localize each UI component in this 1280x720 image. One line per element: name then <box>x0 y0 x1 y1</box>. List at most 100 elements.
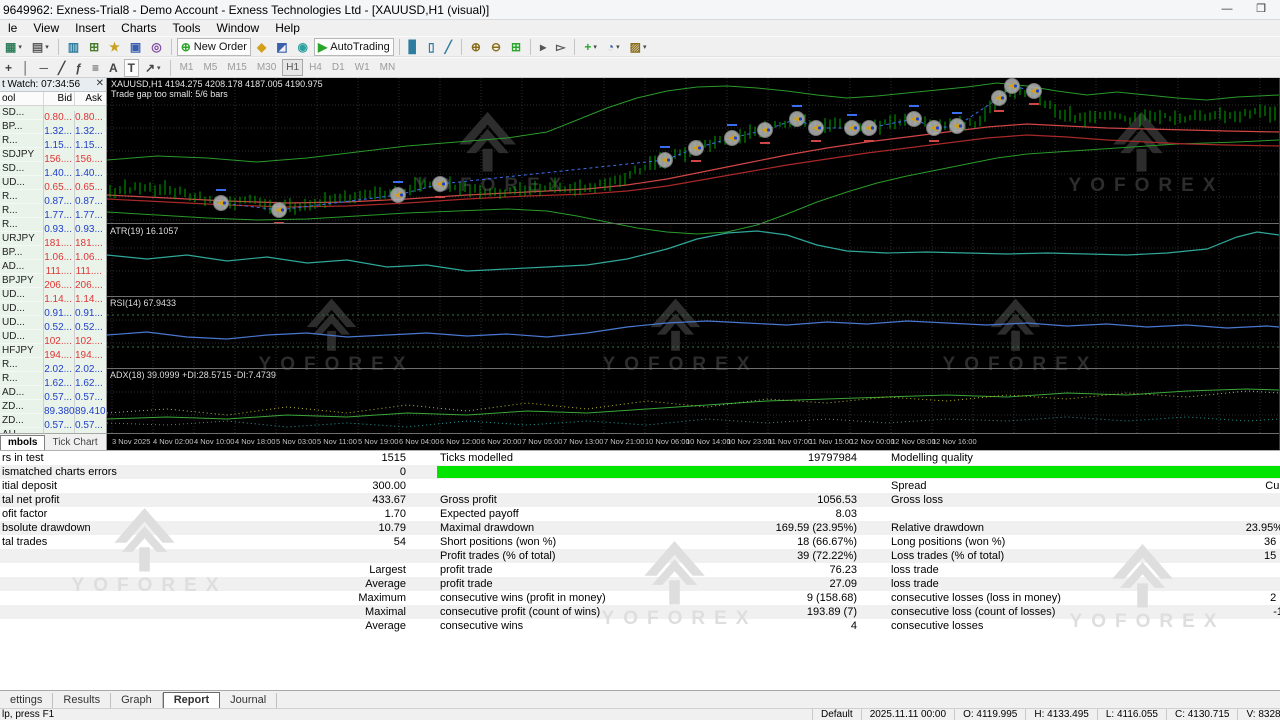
timeframe-mn[interactable]: MN <box>376 59 400 76</box>
timeframe-m5[interactable]: M5 <box>199 59 221 76</box>
market-watch-row[interactable]: R... 1.77... 1.77... <box>0 204 106 223</box>
experts-button[interactable]: ◩ <box>272 38 291 56</box>
toolbar-icon: ◉ <box>297 39 309 54</box>
data-window-button[interactable]: ⊞ <box>85 38 103 56</box>
market-watch-row[interactable]: UD... 0.52... 0.52... <box>0 316 106 335</box>
market-watch-row[interactable]: SD... 0.80... 0.80... <box>0 106 106 125</box>
menu-tools[interactable]: Tools <box>165 20 209 35</box>
toolbar-icon: ↗ <box>144 60 156 75</box>
menu-help[interactable]: Help <box>267 20 308 35</box>
symbol-cell: AD... <box>0 386 44 400</box>
market-watch-row[interactable]: BP... 1.32... 1.32... <box>0 120 106 139</box>
vertical-line-button[interactable]: │ <box>18 59 34 77</box>
tab-journal[interactable]: Journal <box>220 693 278 708</box>
refresh-button[interactable]: ◉ <box>294 38 312 56</box>
timeframe-m1[interactable]: M1 <box>176 59 198 76</box>
market-watch-row[interactable]: AD... 0.57... 0.57... <box>0 386 106 405</box>
zoom-in-button[interactable]: ⊕ <box>467 38 485 56</box>
tab-report[interactable]: Report <box>162 692 221 708</box>
market-watch-row[interactable]: AD... 111.... 111.... <box>0 260 106 279</box>
timeframe-h1[interactable]: H1 <box>282 59 304 76</box>
text-label-button[interactable]: T <box>123 58 139 77</box>
market-watch-row[interactable]: BP... 1.06... 1.06... <box>0 246 106 265</box>
timeframe-h4[interactable]: H4 <box>305 59 326 76</box>
menu-view[interactable]: View <box>25 20 67 35</box>
market-watch-row[interactable]: SD... 1.40... 1.40... <box>0 162 106 181</box>
timeframe-m15[interactable]: M15 <box>223 59 250 76</box>
toolbar-separator <box>170 38 172 55</box>
navigator-button[interactable]: ★ <box>105 38 124 56</box>
column-ask[interactable]: Ask <box>75 92 104 106</box>
column-symbol[interactable]: ool <box>0 92 44 106</box>
market-watch-row[interactable]: URJPY 181.... 181.... <box>0 232 106 251</box>
market-watch-row[interactable]: HFJPY 194.... 194.... <box>0 344 106 363</box>
tab-symbols[interactable]: mbols <box>0 435 46 450</box>
new-order-button[interactable]: ⊕ New Order <box>176 37 251 56</box>
auto-scroll-button[interactable]: ▸ <box>536 38 550 56</box>
channel-button[interactable]: ≡ <box>88 59 103 77</box>
candlestick-view-button[interactable]: ▯ <box>424 38 439 56</box>
arrows-button[interactable]: ↗ ▾ <box>141 59 165 77</box>
indicators-button[interactable]: + ▾ <box>580 38 601 56</box>
market-watch-row[interactable]: UD... 102.... 102.... <box>0 330 106 349</box>
tab-results[interactable]: Results <box>53 693 112 708</box>
menu-insert[interactable]: Insert <box>67 20 113 35</box>
timeframe-m30[interactable]: M30 <box>253 59 280 76</box>
market-watch-row[interactable]: UD... 0.91... 0.91... <box>0 302 106 321</box>
market-watch-row[interactable]: R... 0.87... 0.87... <box>0 190 106 209</box>
time-axis[interactable]: 3 Nov 2025 4 Nov 02:00 4 Nov 10:00 4 Nov 18… <box>107 433 1280 450</box>
timeframe-d1[interactable]: D1 <box>328 59 349 76</box>
print-button[interactable]: ▤ ▾ <box>28 38 53 56</box>
line-chart-view-button[interactable]: ╱ <box>441 38 456 56</box>
menu-window[interactable]: Window <box>209 20 268 35</box>
chart-shift-button[interactable]: ▻ <box>552 38 569 56</box>
trendline-button[interactable]: ╱ <box>54 59 69 77</box>
tab-graph[interactable]: Graph <box>111 693 163 708</box>
bar-chart-view-button[interactable]: ▊ <box>405 38 422 56</box>
timeframe-w1[interactable]: W1 <box>351 59 374 76</box>
market-watch-row[interactable]: ZD... 0.57... 0.57... <box>0 414 106 433</box>
market-watch-row[interactable]: SDJPY 156.... 156.... <box>0 148 106 167</box>
column-bid[interactable]: Bid <box>44 92 75 106</box>
text-button[interactable]: A <box>105 59 122 77</box>
market-watch-row[interactable]: R... 1.15... 1.15... <box>0 134 106 153</box>
tab-settings[interactable]: ettings <box>0 693 54 708</box>
market-watch-row[interactable]: R... 2.02... 2.02... <box>0 358 106 377</box>
new-chart-button[interactable]: ▦ ▾ <box>1 38 26 56</box>
fibonacci-button[interactable]: ƒ <box>71 59 86 77</box>
horizontal-line-button[interactable]: ─ <box>36 59 53 77</box>
chart-canvas[interactable] <box>107 78 1280 433</box>
symbol-cell: R... <box>0 218 44 232</box>
menu-file[interactable]: le <box>0 20 25 35</box>
terminal-button[interactable]: ▣ <box>126 38 145 56</box>
symbol-cell: UD... <box>0 176 44 190</box>
close-icon[interactable]: ✕ <box>96 78 104 89</box>
minimize-button[interactable]: — <box>1212 0 1242 20</box>
strategy-tester-button[interactable]: ◎ <box>147 38 165 56</box>
tab-tick-chart[interactable]: Tick Chart <box>45 436 104 450</box>
crosshair-button[interactable]: + <box>1 59 16 77</box>
periods-button[interactable]: ◔ ▾ <box>603 38 624 56</box>
time-axis-label: 12 Nov 08:00 <box>891 437 936 446</box>
market-watch-row[interactable]: UD... 0.65... 0.65... <box>0 176 106 195</box>
market-watch-button[interactable]: ▥ <box>64 38 83 56</box>
report-value-2: 1056.53 <box>817 494 857 506</box>
market-watch-row[interactable]: UD... 1.14... 1.14... <box>0 288 106 307</box>
menu-charts[interactable]: Charts <box>113 20 164 35</box>
market-watch-row[interactable]: R... 0.93... 0.93... <box>0 218 106 237</box>
maximize-button[interactable]: ❒ <box>1246 0 1276 20</box>
market-watch-row[interactable]: BPJPY 206.... 206.... <box>0 274 106 293</box>
market-watch-row[interactable]: R... 1.62... 1.62... <box>0 372 106 391</box>
toolbar-icon: ƒ <box>75 60 82 75</box>
autotrading-button[interactable]: ▶ AutoTrading <box>314 37 394 56</box>
templates-button[interactable]: ▨ ▾ <box>626 38 651 56</box>
market-watch-row[interactable]: ZD... 89.38089.410 <box>0 400 106 419</box>
chevron-down-icon: ▾ <box>616 43 620 51</box>
time-axis-label: 7 Nov 21:00 <box>604 437 645 446</box>
report-label-3: Modelling quality <box>891 452 973 464</box>
metaeditor-button[interactable]: ◆ <box>253 38 270 56</box>
tile-windows-button[interactable]: ⊞ <box>507 38 525 56</box>
chart-area[interactable]: YOFOREX YOFOREX YOFOREX YOFOREX YOFOREX … <box>107 78 1280 450</box>
market-watch-rows: SD... 0.80... 0.80... BP... 1.32... 1.32... … <box>0 106 106 433</box>
zoom-out-button[interactable]: ⊖ <box>487 38 505 56</box>
